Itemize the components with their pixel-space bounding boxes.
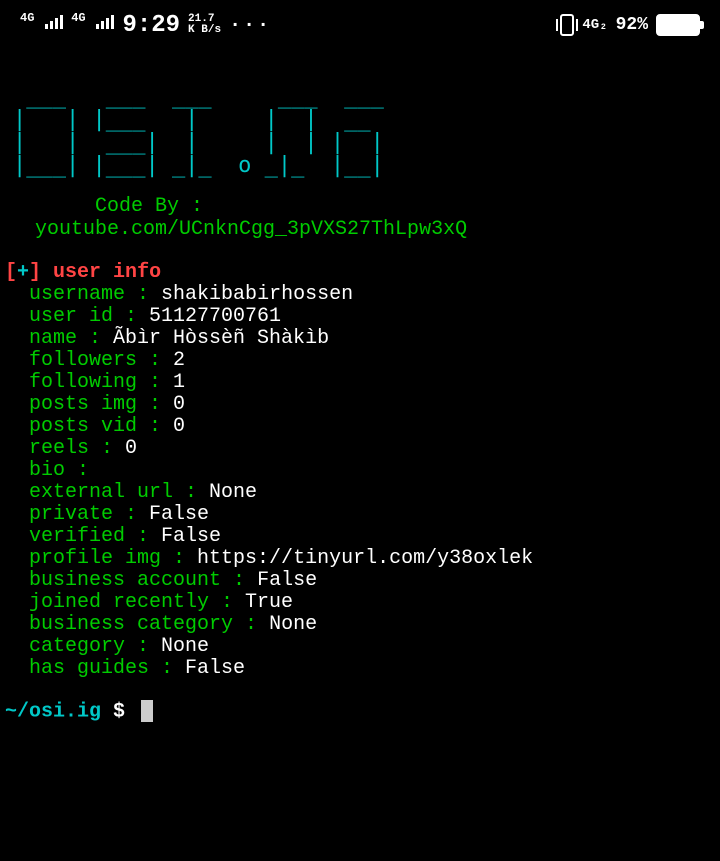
info-row: profile img : https://tinyurl.com/y38oxl… <box>29 548 715 570</box>
info-row: followers : 2 <box>29 350 715 372</box>
info-value: False <box>185 657 245 680</box>
info-key: category <box>29 635 137 658</box>
prompt-symbol: $ <box>113 701 125 724</box>
info-key: posts vid <box>29 415 149 438</box>
info-key: name <box>29 327 89 350</box>
info-colon: : <box>137 635 161 658</box>
info-colon: : <box>125 305 149 328</box>
info-colon: : <box>89 327 113 350</box>
ascii-banner: ___ ___ ___ ___ ___ | | |___ | | | __ | … <box>13 85 715 177</box>
info-colon: : <box>125 503 149 526</box>
info-row: bio : <box>29 460 715 482</box>
info-colon: : <box>185 481 209 504</box>
info-colon: : <box>173 547 197 570</box>
info-value: None <box>209 481 257 504</box>
info-value: True <box>245 591 293 614</box>
bracket-open: [ <box>5 261 17 284</box>
info-key: business category <box>29 613 245 636</box>
info-key: following <box>29 371 149 394</box>
signal-1-label: 4G <box>20 11 34 25</box>
info-colon: : <box>149 393 173 416</box>
info-row: private : False <box>29 504 715 526</box>
status-bar: 4G 4G 9:29 21.7 K B/s ··· 4G₂ 92% <box>0 0 720 50</box>
info-colon: : <box>245 613 269 636</box>
info-key: bio <box>29 459 77 482</box>
info-colon: : <box>77 459 89 482</box>
network-speed: 21.7 K B/s <box>188 14 221 36</box>
info-key: user id <box>29 305 125 328</box>
info-row: posts vid : 0 <box>29 416 715 438</box>
info-key: verified <box>29 525 137 548</box>
info-key: business account <box>29 569 233 592</box>
info-row: user id : 51127700761 <box>29 306 715 328</box>
info-colon: : <box>161 657 185 680</box>
battery-icon <box>656 14 700 36</box>
battery-percent: 92% <box>616 15 648 35</box>
info-colon: : <box>137 283 161 306</box>
section-title: user info <box>41 261 161 284</box>
more-icon: ··· <box>229 14 271 37</box>
info-row: has guides : False <box>29 658 715 680</box>
info-value: False <box>161 525 221 548</box>
prompt[interactable]: ~/osi.ig $ <box>5 700 715 723</box>
prompt-path: ~/osi.ig <box>5 701 101 724</box>
info-value: Ãbìr Hòssèñ Shàkìb <box>113 327 329 350</box>
info-row: business category : None <box>29 614 715 636</box>
user-info-list: username : shakibabirhossenuser id : 511… <box>5 284 715 680</box>
info-row: username : shakibabirhossen <box>29 284 715 306</box>
info-key: followers <box>29 349 149 372</box>
info-row: external url : None <box>29 482 715 504</box>
info-key: reels <box>29 437 101 460</box>
info-value: None <box>161 635 209 658</box>
info-value: False <box>149 503 209 526</box>
info-row: verified : False <box>29 526 715 548</box>
info-key: private <box>29 503 125 526</box>
info-colon: : <box>233 569 257 592</box>
info-value: 51127700761 <box>149 305 281 328</box>
info-colon: : <box>137 525 161 548</box>
info-colon: : <box>149 371 173 394</box>
vibrate-icon <box>560 14 574 36</box>
plus-icon: + <box>17 261 29 284</box>
info-key: joined recently <box>29 591 221 614</box>
info-value: https://tinyurl.com/y38oxlek <box>197 547 533 570</box>
info-key: posts img <box>29 393 149 416</box>
info-value: 0 <box>125 437 137 460</box>
status-right: 4G₂ 92% <box>560 14 700 36</box>
terminal-output[interactable]: ___ ___ ___ ___ ___ | | |___ | | | __ | … <box>0 50 720 729</box>
info-value: shakibabirhossen <box>161 283 353 306</box>
signal-2: 4G <box>71 15 114 35</box>
info-row: following : 1 <box>29 372 715 394</box>
info-colon: : <box>149 349 173 372</box>
info-value: 2 <box>173 349 185 372</box>
info-row: joined recently : True <box>29 592 715 614</box>
bracket-close: ] <box>29 261 41 284</box>
info-key: has guides <box>29 657 161 680</box>
credits-url: youtube.com/UCnknCgg_3pVXS27ThLpw3xQ <box>35 218 715 241</box>
info-key: profile img <box>29 547 173 570</box>
cursor <box>141 700 153 722</box>
info-row: name : Ãbìr Hòssèñ Shàkìb <box>29 328 715 350</box>
info-colon: : <box>221 591 245 614</box>
network-label: 4G₂ <box>582 17 607 33</box>
info-key: external url <box>29 481 185 504</box>
section-header: [+] user info <box>5 261 715 284</box>
credits-label: Code By : <box>95 195 715 218</box>
info-value: 1 <box>173 371 185 394</box>
info-key: username <box>29 283 137 306</box>
info-row: posts img : 0 <box>29 394 715 416</box>
clock: 9:29 <box>122 12 180 39</box>
info-row: category : None <box>29 636 715 658</box>
signal-1: 4G <box>20 15 63 35</box>
info-value: False <box>257 569 317 592</box>
info-value: None <box>269 613 317 636</box>
info-value: 0 <box>173 393 185 416</box>
info-colon: : <box>149 415 173 438</box>
info-row: reels : 0 <box>29 438 715 460</box>
signal-2-label: 4G <box>71 11 85 25</box>
info-row: business account : False <box>29 570 715 592</box>
info-value: 0 <box>173 415 185 438</box>
info-colon: : <box>101 437 125 460</box>
status-left: 4G 4G 9:29 21.7 K B/s ··· <box>20 12 271 39</box>
